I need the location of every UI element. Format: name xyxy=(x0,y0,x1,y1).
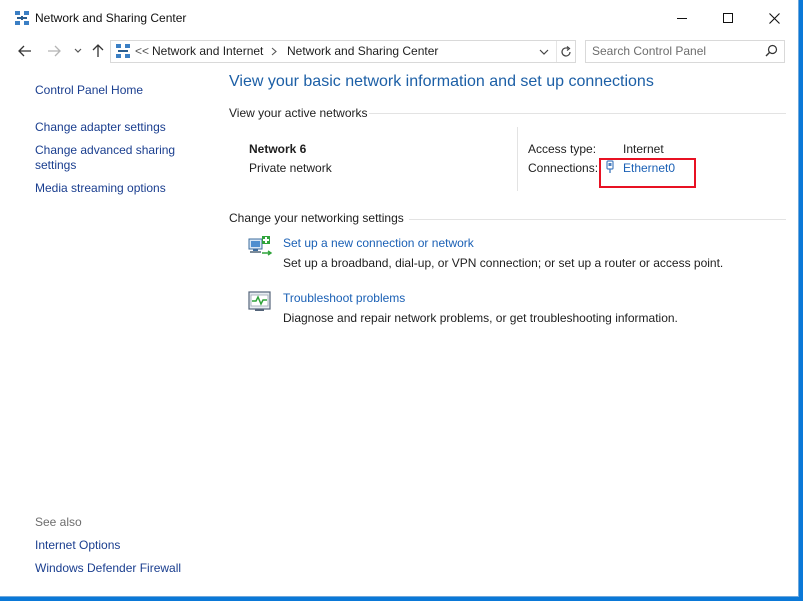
maximize-icon xyxy=(723,13,733,23)
left-pane: Control Panel Home Change adapter settin… xyxy=(0,66,215,596)
back-arrow-icon xyxy=(18,45,31,57)
navigation-bar: << Network and Internet Network and Shar… xyxy=(0,36,798,66)
control-panel-icon xyxy=(115,43,131,59)
minimize-button[interactable] xyxy=(659,0,705,36)
section-divider xyxy=(369,113,786,114)
refresh-button[interactable] xyxy=(556,41,575,62)
search-icon xyxy=(765,44,778,60)
change-advanced-sharing-settings-link[interactable]: Change advanced sharing settings xyxy=(35,143,195,173)
network-center-icon xyxy=(14,10,30,26)
network-divider xyxy=(517,127,518,191)
minimize-icon xyxy=(677,18,687,19)
close-icon xyxy=(768,12,780,24)
windows-defender-firewall-link[interactable]: Windows Defender Firewall xyxy=(35,561,181,576)
forward-arrow-icon xyxy=(48,45,61,57)
back-button[interactable] xyxy=(15,41,35,61)
up-arrow-icon xyxy=(92,44,104,57)
chevron-down-icon xyxy=(539,49,549,55)
search-input[interactable]: Search Control Panel xyxy=(585,40,785,63)
section-divider xyxy=(409,219,786,220)
page-title: View your basic network information and … xyxy=(229,73,654,90)
window-title: Network and Sharing Center xyxy=(35,11,187,25)
troubleshoot-icon xyxy=(247,289,273,315)
network-name: Network 6 xyxy=(249,142,307,156)
highlight-box xyxy=(599,158,696,188)
network-setup-icon xyxy=(247,234,273,260)
setup-connection-description: Set up a broadband, dial-up, or VPN conn… xyxy=(283,256,724,270)
network-type[interactable]: Private network xyxy=(249,161,332,175)
title-bar: Network and Sharing Center xyxy=(0,0,798,36)
close-button[interactable] xyxy=(751,0,797,36)
breadcrumb-network-and-sharing-center[interactable]: Network and Sharing Center xyxy=(287,44,438,58)
breadcrumb-overflow[interactable]: << xyxy=(135,44,149,58)
address-bar[interactable]: << Network and Internet Network and Shar… xyxy=(110,40,576,63)
window: Network and Sharing Center << Network an… xyxy=(0,0,799,597)
see-also-label: See also xyxy=(35,515,82,529)
troubleshoot-description: Diagnose and repair network problems, or… xyxy=(283,311,678,325)
connections-label: Connections: xyxy=(528,161,599,175)
setup-connection-link[interactable]: Set up a new connection or network xyxy=(283,236,474,250)
breadcrumb-network-and-internet[interactable]: Network and Internet xyxy=(152,44,263,58)
up-button[interactable] xyxy=(88,41,108,61)
control-panel-home-link[interactable]: Control Panel Home xyxy=(35,83,143,98)
breadcrumb-separator-icon xyxy=(271,44,277,59)
access-type-label: Access type: xyxy=(528,142,597,156)
chevron-down-icon xyxy=(74,48,82,53)
search-placeholder: Search Control Panel xyxy=(592,44,707,58)
refresh-icon xyxy=(561,45,571,57)
internet-options-link[interactable]: Internet Options xyxy=(35,538,120,553)
media-streaming-options-link[interactable]: Media streaming options xyxy=(35,181,166,196)
forward-button[interactable] xyxy=(44,41,64,61)
change-adapter-settings-link[interactable]: Change adapter settings xyxy=(35,120,166,135)
recent-locations-button[interactable] xyxy=(68,41,88,61)
address-dropdown-button[interactable] xyxy=(539,45,549,59)
troubleshoot-link[interactable]: Troubleshoot problems xyxy=(283,291,405,305)
active-networks-title: View your active networks xyxy=(229,106,368,120)
change-settings-title: Change your networking settings xyxy=(229,211,404,225)
maximize-button[interactable] xyxy=(705,0,751,36)
access-type-value: Internet xyxy=(623,142,664,156)
